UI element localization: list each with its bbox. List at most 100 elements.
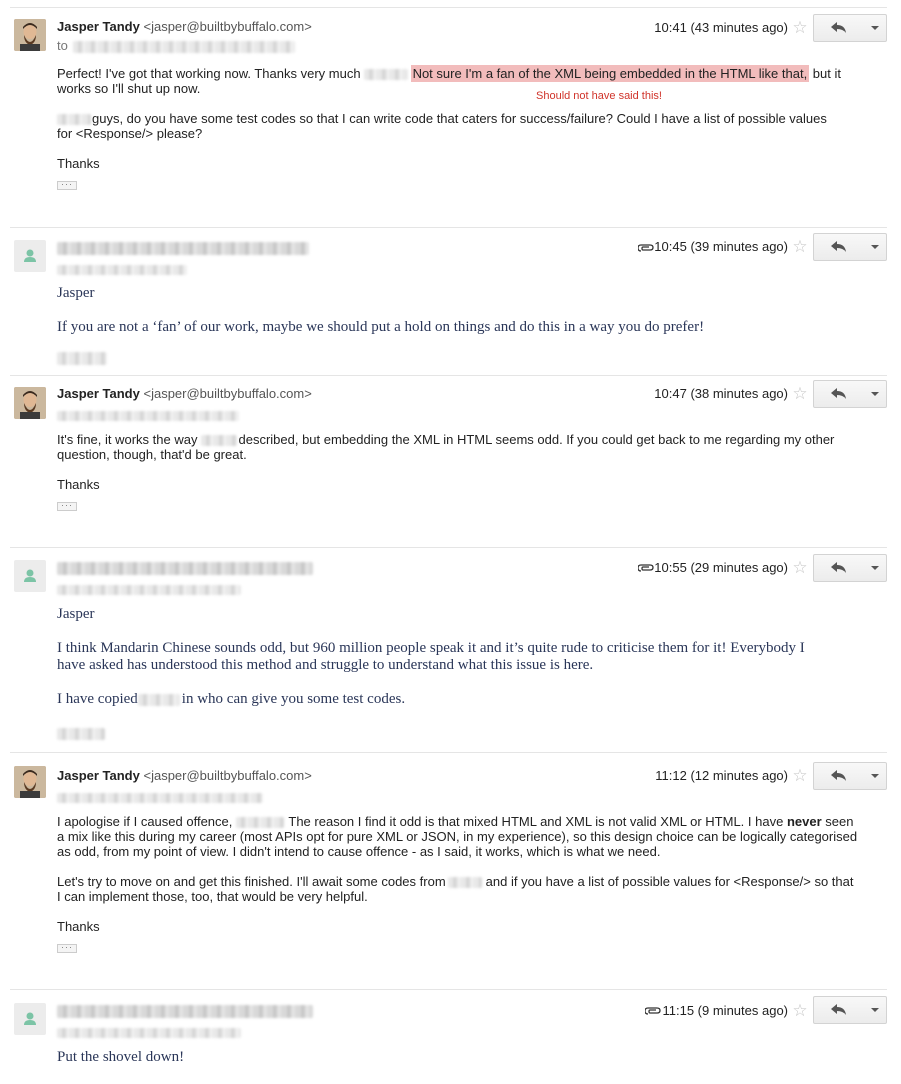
recipients-line[interactable]	[57, 407, 239, 422]
body-paragraph: I apologise if I caused offence, The reas…	[57, 814, 858, 859]
avatar	[14, 387, 46, 419]
show-trimmed-content-button[interactable]: ···	[57, 943, 77, 953]
message-4[interactable]: 10:55 (29 minutes ago) ☆ Jasper I think …	[10, 547, 887, 752]
reply-button[interactable]	[813, 996, 865, 1024]
emphasis-text: never	[786, 814, 822, 829]
message-body: Put the shovel down!	[57, 1049, 857, 1066]
reply-icon	[831, 388, 846, 399]
redacted-sender	[57, 1005, 313, 1019]
show-trimmed-content-button[interactable]: ···	[57, 501, 77, 511]
paperclip-icon	[638, 244, 654, 252]
chevron-down-icon	[871, 26, 879, 30]
message-body: I apologise if I caused offence, The reas…	[57, 814, 872, 934]
body-paragraph: Thanks	[57, 156, 100, 171]
redacted-recipients	[73, 40, 296, 53]
reply-button[interactable]	[813, 554, 865, 582]
more-options-button[interactable]	[864, 996, 887, 1024]
message-time[interactable]: 11:15 (9 minutes ago)	[663, 1003, 789, 1018]
message-time[interactable]: 10:55 (29 minutes ago)	[654, 560, 788, 575]
body-paragraph: Let's try to move on and get this finish…	[57, 874, 854, 904]
star-icon[interactable]: ☆	[792, 559, 808, 576]
recipients-line[interactable]: to	[57, 38, 296, 53]
star-icon[interactable]: ☆	[792, 767, 808, 784]
paperclip-icon	[638, 564, 654, 572]
sender-line: Jasper Tandy <jasper@builtbybuffalo.com>	[57, 768, 312, 783]
body-paragraph: Jasper	[57, 285, 95, 301]
redacted-sender	[57, 242, 309, 256]
message-time[interactable]: 10:41 (43 minutes ago)	[654, 20, 788, 35]
body-paragraph: Put the shovel down!	[57, 1049, 185, 1065]
chevron-down-icon	[871, 774, 879, 778]
more-options-button[interactable]	[864, 554, 887, 582]
reply-button[interactable]	[813, 233, 865, 261]
body-paragraph: Jasper	[57, 606, 95, 622]
message-1[interactable]: Jasper Tandy <jasper@builtbybuffalo.com>…	[10, 7, 887, 227]
avatar	[14, 19, 46, 51]
reply-button[interactable]	[813, 14, 865, 42]
message-time[interactable]: 10:45 (39 minutes ago)	[654, 239, 788, 254]
annotation-note: Should not have said this!	[536, 90, 662, 102]
body-paragraph: It's fine, it works the way described, bu…	[57, 432, 835, 462]
more-options-button[interactable]	[864, 233, 887, 261]
avatar	[14, 240, 46, 272]
body-paragraph: guys, do you have some test codes so tha…	[57, 111, 827, 141]
recipients-line[interactable]	[57, 581, 241, 596]
person-icon	[24, 569, 36, 582]
reply-icon	[831, 770, 846, 781]
chevron-down-icon	[871, 1008, 879, 1012]
avatar	[14, 560, 46, 592]
sender-email: <jasper@builtbybuffalo.com>	[143, 19, 312, 34]
reply-icon	[831, 22, 846, 33]
sender-email: <jasper@builtbybuffalo.com>	[143, 386, 312, 401]
star-icon[interactable]: ☆	[792, 19, 808, 36]
redacted-name	[363, 69, 408, 81]
show-trimmed-content-button[interactable]: ···	[57, 180, 77, 190]
reply-icon	[831, 1004, 846, 1015]
reply-icon	[831, 241, 846, 252]
sender-line: Jasper Tandy <jasper@builtbybuffalo.com>	[57, 19, 312, 34]
message-body: Jasper If you are not a ‘fan’ of our wor…	[57, 285, 857, 336]
star-icon[interactable]: ☆	[792, 1002, 808, 1019]
message-body: Perfect! I've got that working now. Than…	[57, 65, 857, 171]
reply-button[interactable]	[813, 380, 865, 408]
message-5[interactable]: Jasper Tandy <jasper@builtbybuffalo.com>…	[10, 752, 887, 989]
recipients-line[interactable]	[57, 261, 187, 276]
chevron-down-icon	[871, 245, 879, 249]
redacted-signature	[57, 728, 105, 740]
star-icon[interactable]: ☆	[792, 385, 808, 402]
message-time[interactable]: 11:12 (12 minutes ago)	[655, 768, 788, 783]
redacted-sender	[57, 562, 313, 576]
avatar-photo-icon	[14, 766, 46, 798]
more-options-button[interactable]	[864, 14, 887, 42]
body-paragraph: Perfect! I've got that working now. Than…	[57, 65, 841, 96]
body-paragraph: I have copied in who can give you some te…	[57, 691, 406, 707]
body-paragraph: Thanks	[57, 919, 100, 934]
message-2[interactable]: 10:45 (39 minutes ago) ☆ Jasper If you a…	[10, 227, 887, 375]
redacted-recipients	[57, 410, 239, 421]
message-time[interactable]: 10:47 (38 minutes ago)	[654, 386, 788, 401]
redacted-name	[137, 693, 180, 706]
message-6[interactable]: 11:15 (9 minutes ago) ☆ Put the shovel d…	[10, 989, 887, 1084]
sender-line	[57, 1003, 313, 1019]
body-paragraph: I think Mandarin Chinese sounds odd, but…	[57, 640, 805, 673]
paperclip-icon	[645, 1007, 661, 1015]
avatar	[14, 766, 46, 798]
person-icon	[24, 1012, 36, 1025]
sender-line: Jasper Tandy <jasper@builtbybuffalo.com>	[57, 386, 312, 401]
message-body: It's fine, it works the way described, bu…	[57, 432, 857, 492]
avatar	[14, 1003, 46, 1035]
sender-line	[57, 240, 309, 256]
reply-button[interactable]	[813, 762, 865, 790]
more-options-button[interactable]	[864, 380, 887, 408]
chevron-down-icon	[871, 566, 879, 570]
recipients-line[interactable]	[57, 789, 263, 804]
to-label: to	[57, 38, 68, 53]
redacted-signature	[57, 352, 107, 365]
message-3[interactable]: Jasper Tandy <jasper@builtbybuffalo.com>…	[10, 375, 887, 547]
star-icon[interactable]: ☆	[792, 238, 808, 255]
more-options-button[interactable]	[864, 762, 887, 790]
avatar-photo-icon	[14, 387, 46, 419]
recipients-line[interactable]	[57, 1024, 241, 1039]
redacted-recipients	[57, 792, 263, 803]
sender-email: <jasper@builtbybuffalo.com>	[143, 768, 312, 783]
